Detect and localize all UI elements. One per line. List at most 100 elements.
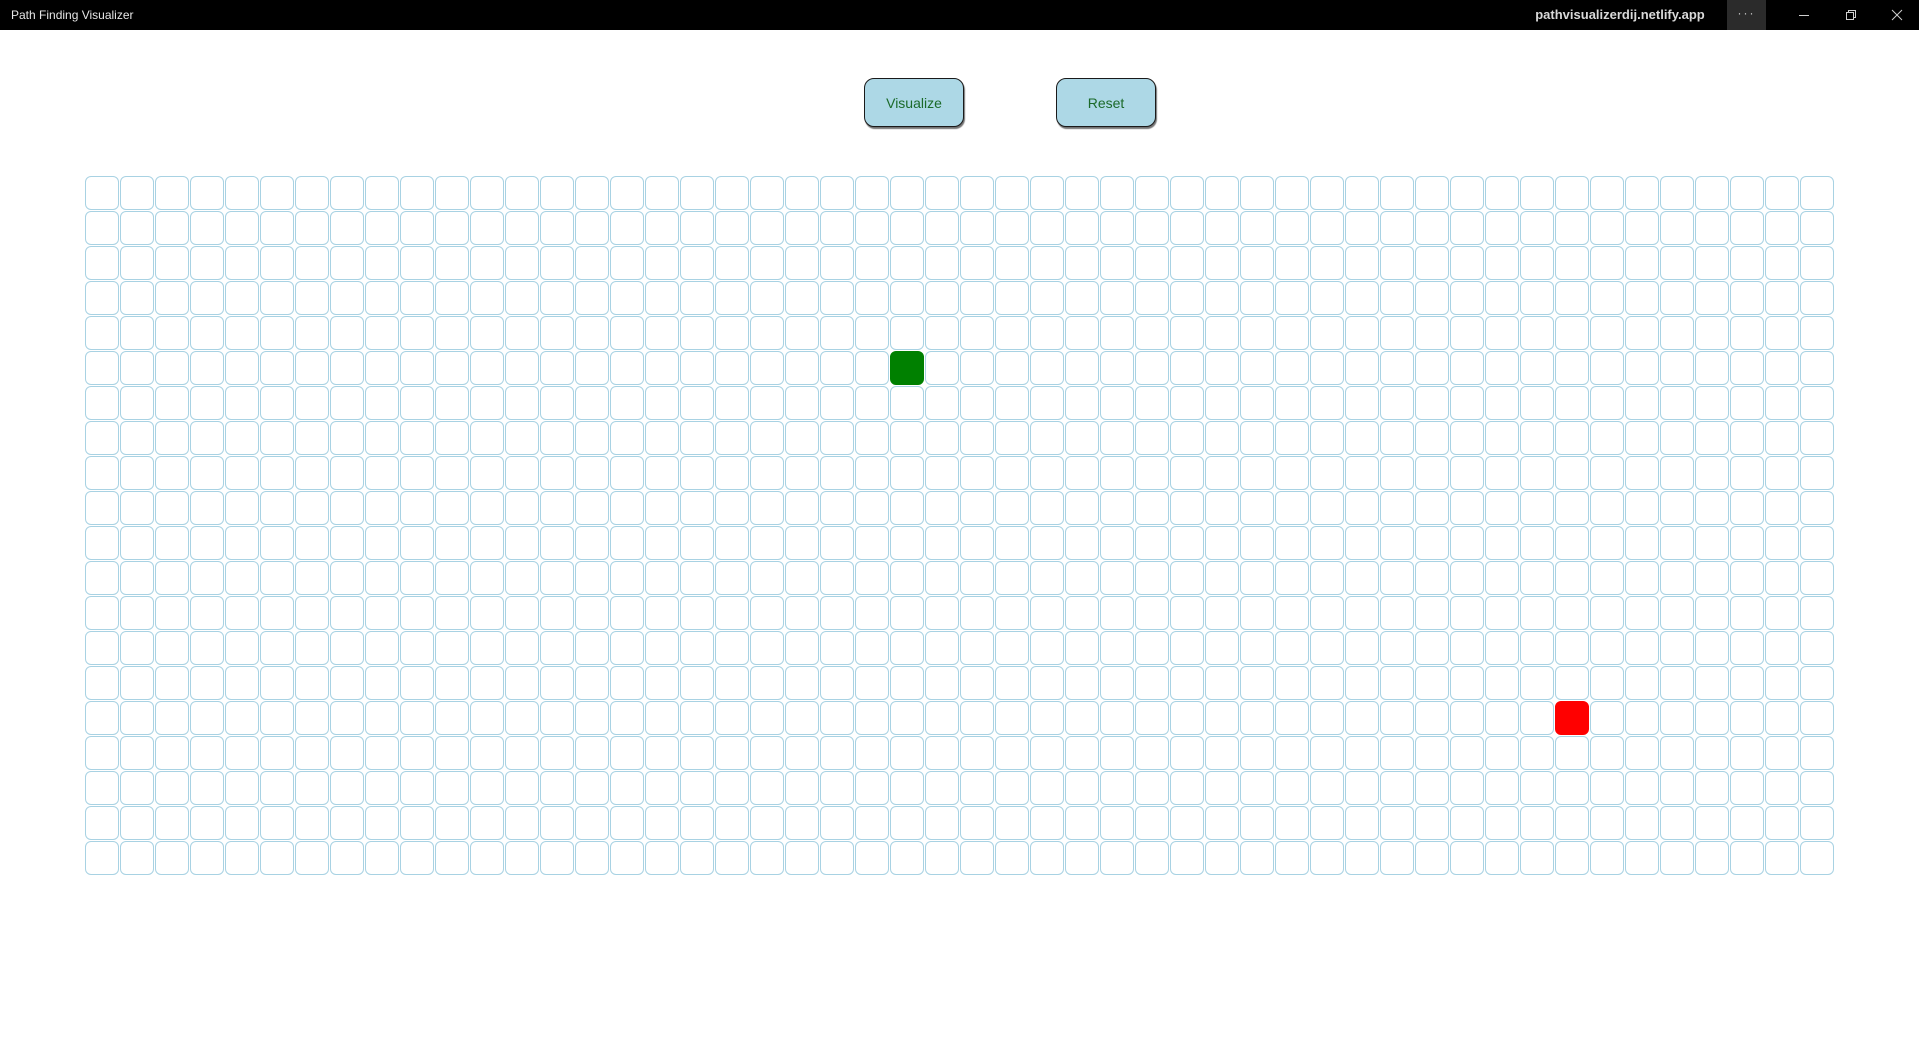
grid-cell[interactable] xyxy=(1660,771,1694,805)
grid-cell[interactable] xyxy=(365,701,399,735)
grid-cell[interactable] xyxy=(1380,841,1414,875)
grid-cell[interactable] xyxy=(1625,841,1659,875)
grid-cell[interactable] xyxy=(645,491,679,525)
grid-cell[interactable] xyxy=(820,806,854,840)
grid-cell[interactable] xyxy=(610,386,644,420)
grid-cell[interactable] xyxy=(645,386,679,420)
grid-cell[interactable] xyxy=(1625,596,1659,630)
grid-cell[interactable] xyxy=(225,806,259,840)
grid-cell[interactable] xyxy=(890,596,924,630)
grid-cell[interactable] xyxy=(260,841,294,875)
grid-cell[interactable] xyxy=(1205,526,1239,560)
grid-cell[interactable] xyxy=(505,736,539,770)
grid-cell[interactable] xyxy=(1590,351,1624,385)
grid-cell[interactable] xyxy=(225,526,259,560)
grid-cell[interactable] xyxy=(1800,176,1834,210)
grid-cell[interactable] xyxy=(680,316,714,350)
grid-cell[interactable] xyxy=(785,281,819,315)
grid-cell[interactable] xyxy=(1485,316,1519,350)
grid-cell[interactable] xyxy=(1065,666,1099,700)
grid-cell[interactable] xyxy=(925,281,959,315)
grid-cell[interactable] xyxy=(1765,351,1799,385)
grid-cell[interactable] xyxy=(155,176,189,210)
grid-cell[interactable] xyxy=(505,666,539,700)
grid-cell[interactable] xyxy=(1800,316,1834,350)
grid-cell[interactable] xyxy=(1310,176,1344,210)
grid-cell[interactable] xyxy=(505,596,539,630)
grid-cell[interactable] xyxy=(400,596,434,630)
grid-cell[interactable] xyxy=(1205,701,1239,735)
grid-cell[interactable] xyxy=(400,526,434,560)
grid-cell[interactable] xyxy=(155,736,189,770)
reset-button[interactable]: Reset xyxy=(1056,78,1156,127)
grid-cell[interactable] xyxy=(715,526,749,560)
grid-cell[interactable] xyxy=(925,176,959,210)
grid-cell[interactable] xyxy=(1450,351,1484,385)
grid-cell[interactable] xyxy=(1485,561,1519,595)
grid-cell[interactable] xyxy=(1625,771,1659,805)
grid-cell[interactable] xyxy=(540,246,574,280)
grid-cell[interactable] xyxy=(295,211,329,245)
grid-cell[interactable] xyxy=(715,491,749,525)
grid-cell[interactable] xyxy=(225,491,259,525)
grid-cell[interactable] xyxy=(1485,736,1519,770)
grid-cell[interactable] xyxy=(435,561,469,595)
grid-cell[interactable] xyxy=(1205,596,1239,630)
grid-cell[interactable] xyxy=(750,316,784,350)
grid-cell[interactable] xyxy=(1660,596,1694,630)
grid-cell[interactable] xyxy=(1100,806,1134,840)
grid-cell[interactable] xyxy=(995,281,1029,315)
grid-cell[interactable] xyxy=(1590,561,1624,595)
grid-cell[interactable] xyxy=(120,631,154,665)
grid-cell[interactable] xyxy=(785,771,819,805)
grid-cell[interactable] xyxy=(995,631,1029,665)
grid-cell[interactable] xyxy=(1765,246,1799,280)
grid-cell[interactable] xyxy=(1555,806,1589,840)
grid-cell[interactable] xyxy=(750,561,784,595)
grid-cell[interactable] xyxy=(365,631,399,665)
grid-cell[interactable] xyxy=(505,841,539,875)
grid-cell[interactable] xyxy=(1205,176,1239,210)
grid-cell[interactable] xyxy=(1520,736,1554,770)
grid-cell[interactable] xyxy=(925,561,959,595)
grid-cell[interactable] xyxy=(610,246,644,280)
grid-cell[interactable] xyxy=(260,526,294,560)
grid-cell[interactable] xyxy=(225,316,259,350)
grid-cell[interactable] xyxy=(190,631,224,665)
grid-cell[interactable] xyxy=(1345,246,1379,280)
grid-cell[interactable] xyxy=(1695,841,1729,875)
grid-cell[interactable] xyxy=(1695,596,1729,630)
grid-cell[interactable] xyxy=(785,806,819,840)
grid-cell[interactable] xyxy=(785,246,819,280)
grid-cell[interactable] xyxy=(1310,806,1344,840)
grid-cell[interactable] xyxy=(1030,806,1064,840)
grid-cell[interactable] xyxy=(1310,246,1344,280)
grid-cell[interactable] xyxy=(680,806,714,840)
grid-cell[interactable] xyxy=(505,176,539,210)
grid-cell[interactable] xyxy=(1415,421,1449,455)
grid-cell[interactable] xyxy=(995,316,1029,350)
grid-cell[interactable] xyxy=(1765,736,1799,770)
grid-cell[interactable] xyxy=(295,176,329,210)
grid-cell[interactable] xyxy=(680,386,714,420)
grid-cell[interactable] xyxy=(1765,211,1799,245)
grid-cell[interactable] xyxy=(470,351,504,385)
grid-cell[interactable] xyxy=(1485,281,1519,315)
grid-cell[interactable] xyxy=(1765,176,1799,210)
grid-cell[interactable] xyxy=(1520,456,1554,490)
grid-cell[interactable] xyxy=(1240,491,1274,525)
grid-cell[interactable] xyxy=(1520,526,1554,560)
grid-cell[interactable] xyxy=(120,701,154,735)
grid-cell[interactable] xyxy=(470,841,504,875)
grid-cell[interactable] xyxy=(1240,631,1274,665)
grid-cell[interactable] xyxy=(1485,771,1519,805)
grid-cell[interactable] xyxy=(785,211,819,245)
grid-cell[interactable] xyxy=(1800,561,1834,595)
grid-cell[interactable] xyxy=(1485,701,1519,735)
grid-cell[interactable] xyxy=(1100,316,1134,350)
grid-cell[interactable] xyxy=(85,176,119,210)
grid-cell[interactable] xyxy=(190,771,224,805)
grid-cell[interactable] xyxy=(540,736,574,770)
grid-cell[interactable] xyxy=(1240,281,1274,315)
grid-cell[interactable] xyxy=(190,281,224,315)
